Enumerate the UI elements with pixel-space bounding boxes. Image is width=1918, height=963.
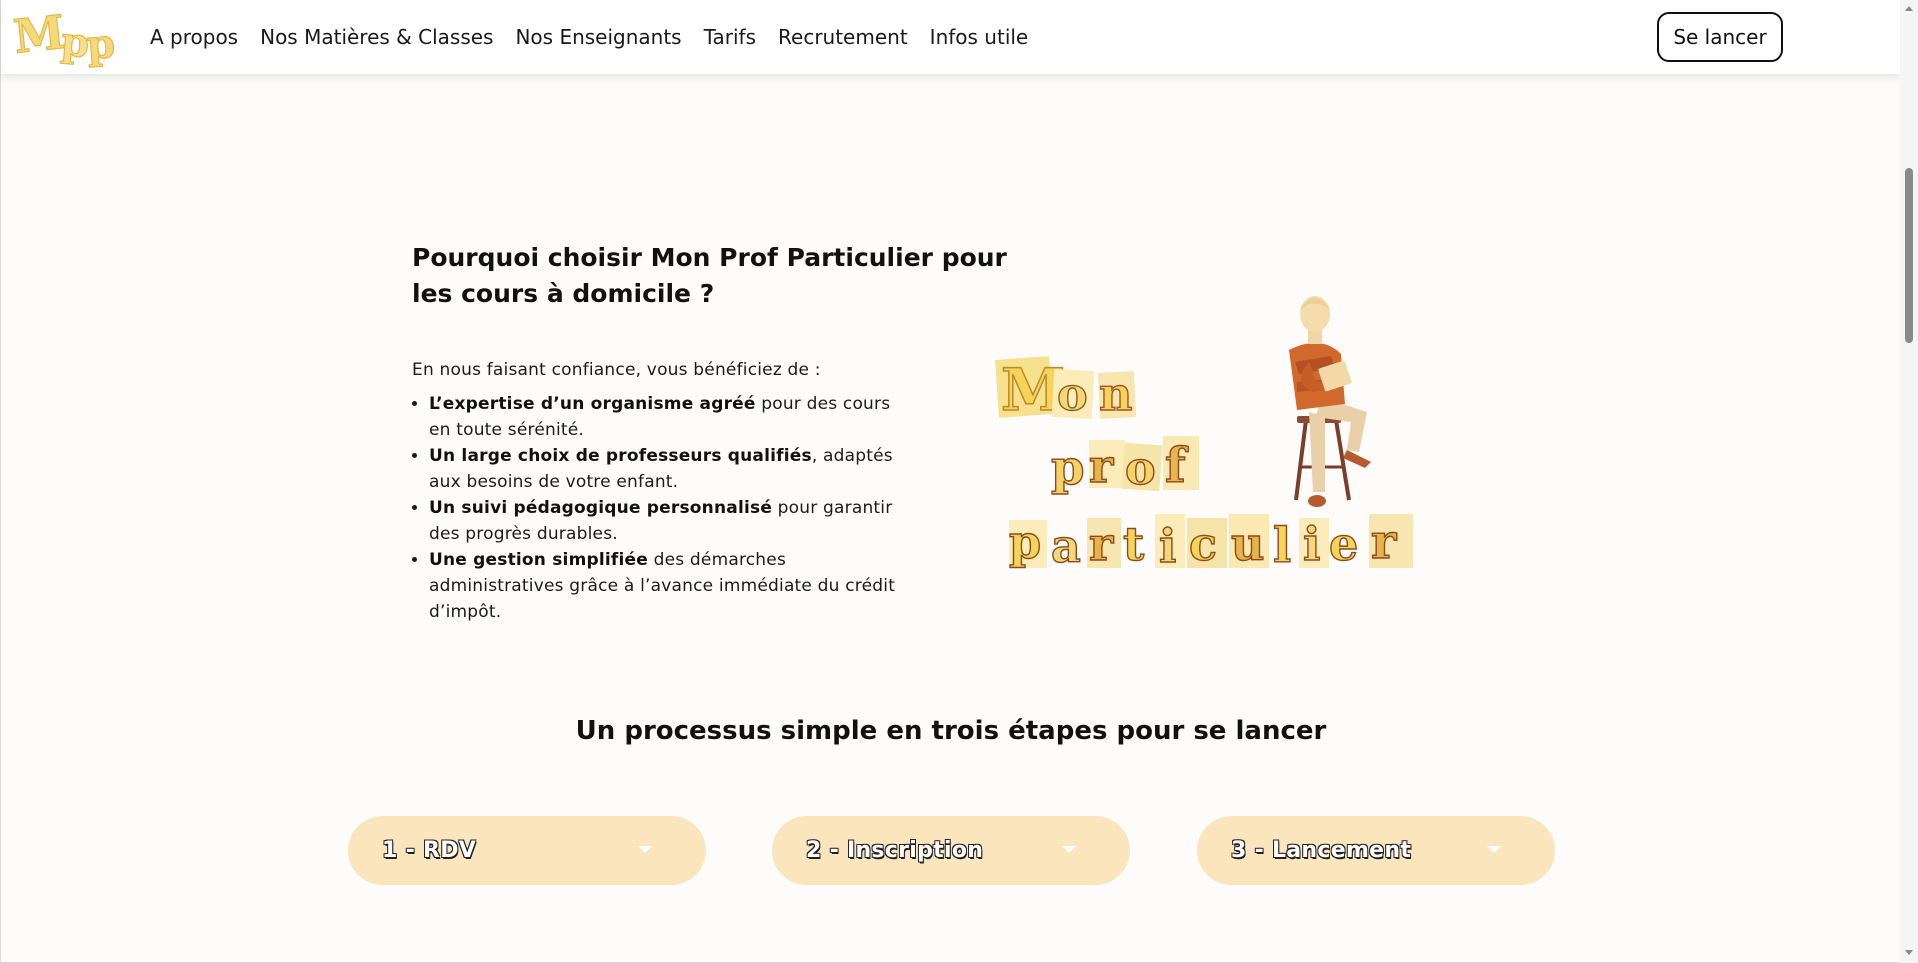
nav-link-infos-utile[interactable]: Infos utile <box>930 25 1029 49</box>
svg-text:u: u <box>1231 517 1264 571</box>
chevron-down-icon <box>1062 846 1076 853</box>
intro-lead: En nous faisant confiance, vous bénéfici… <box>412 360 821 380</box>
step-inscription-dropdown[interactable]: 2 - Inscription <box>772 816 1130 885</box>
svg-text:r: r <box>1089 439 1114 493</box>
benefit-item: Une gestion simplifiée des démarches adm… <box>429 547 912 625</box>
svg-text:c: c <box>1189 517 1217 571</box>
svg-text:p: p <box>1051 440 1085 496</box>
step-label: 1 - RDV <box>382 838 477 863</box>
scrollbar-thumb[interactable] <box>1905 168 1913 343</box>
svg-text:p: p <box>85 20 116 68</box>
svg-text:o: o <box>1057 367 1088 421</box>
teacher-on-stool-illustration <box>1289 296 1371 507</box>
word-mon: M o n <box>995 355 1137 425</box>
svg-text:t: t <box>1123 517 1145 571</box>
nav-link-a-propos[interactable]: A propos <box>150 25 238 49</box>
benefit-bold: L’expertise d’un organisme agréé <box>429 394 756 414</box>
top-navbar: M p p A propos Nos Matières & Classes No… <box>1 0 1901 74</box>
scroll-down-arrow-icon[interactable] <box>1905 950 1913 955</box>
mon-prof-particulier-illustration: M o n p r o f p a r t i c u l i e r <box>995 296 1413 575</box>
svg-text:i: i <box>1303 517 1320 571</box>
svg-text:r: r <box>1089 517 1114 571</box>
step-rdv-dropdown[interactable]: 1 - RDV <box>348 816 706 885</box>
svg-text:i: i <box>1159 519 1176 573</box>
svg-text:l: l <box>1273 518 1291 574</box>
svg-text:p: p <box>1009 515 1041 569</box>
site-logo[interactable]: M p p <box>13 6 123 68</box>
benefit-bold: Un suivi pédagogique personnalisé <box>429 498 773 518</box>
word-particulier: p a r t i c u l i e r <box>1008 513 1413 575</box>
step-label: 3 - Lancement <box>1231 838 1412 863</box>
process-title: Un processus simple en trois étapes pour… <box>575 716 1327 746</box>
svg-text:f: f <box>1165 438 1189 494</box>
benefit-item: Un large choix de professeurs qualifiés,… <box>429 443 912 495</box>
benefit-bold: Un large choix de professeurs qualifiés <box>429 446 812 466</box>
intro-title: Pourquoi choisir Mon Prof Particulier po… <box>412 243 1007 308</box>
benefit-bold: Une gestion simplifiée <box>429 550 648 570</box>
nav-link-enseignants[interactable]: Nos Enseignants <box>515 25 681 49</box>
svg-text:e: e <box>1329 517 1358 571</box>
se-lancer-button[interactable]: Se lancer <box>1657 12 1783 62</box>
scroll-up-arrow-icon[interactable] <box>1905 6 1913 11</box>
chevron-down-icon <box>638 846 652 853</box>
page-frame: M p p A propos Nos Matières & Classes No… <box>0 0 1918 963</box>
vertical-scrollbar[interactable] <box>1900 0 1918 963</box>
svg-text:n: n <box>1099 367 1132 421</box>
svg-text:a: a <box>1051 519 1081 573</box>
main-nav: A propos Nos Matières & Classes Nos Ense… <box>150 0 1050 74</box>
benefit-item: L’expertise d’un organisme agréé pour de… <box>429 391 912 443</box>
step-label: 2 - Inscription <box>806 838 984 863</box>
benefits-list: L’expertise d’un organisme agréé pour de… <box>412 391 912 625</box>
svg-text:o: o <box>1125 441 1156 495</box>
chevron-down-icon <box>1487 846 1501 853</box>
nav-link-recrutement[interactable]: Recrutement <box>778 25 908 49</box>
word-prof: p r o f <box>1050 436 1199 497</box>
step-lancement-dropdown[interactable]: 3 - Lancement <box>1197 816 1555 885</box>
svg-text:r: r <box>1371 514 1397 570</box>
nav-link-tarifs[interactable]: Tarifs <box>704 25 756 49</box>
nav-link-matieres-classes[interactable]: Nos Matières & Classes <box>260 25 493 49</box>
benefit-item: Un suivi pédagogique personnalisé pour g… <box>429 495 912 547</box>
